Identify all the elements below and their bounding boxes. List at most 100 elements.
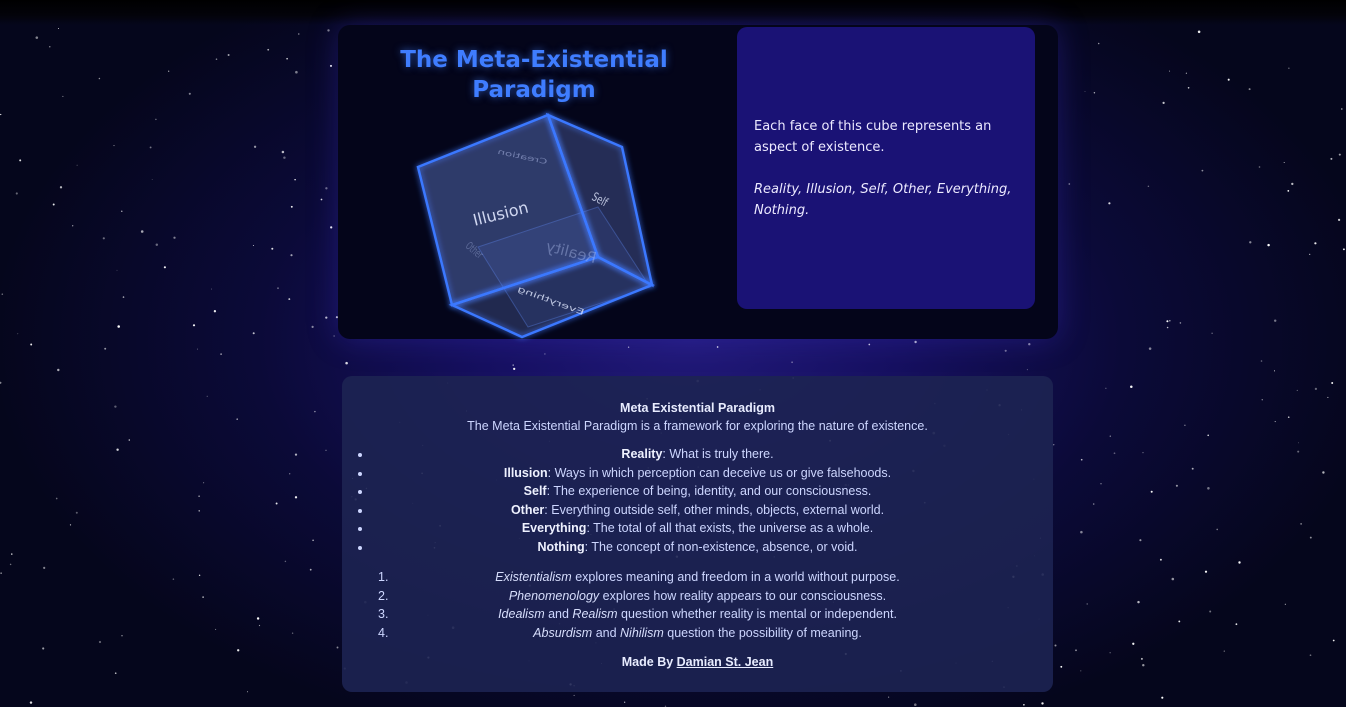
star xyxy=(1166,320,1169,323)
star xyxy=(868,343,871,346)
star xyxy=(104,347,107,350)
star xyxy=(237,649,240,652)
star xyxy=(1207,434,1209,437)
list-item: Reality: What is truly there. xyxy=(342,445,1053,464)
star xyxy=(1314,242,1317,245)
aspect-term: Self xyxy=(523,484,547,498)
star xyxy=(286,57,288,60)
star xyxy=(211,288,212,290)
star xyxy=(30,343,33,346)
star xyxy=(1086,603,1088,605)
star xyxy=(172,578,175,580)
star xyxy=(1080,670,1082,672)
star xyxy=(1330,157,1333,160)
star xyxy=(325,449,327,451)
star xyxy=(291,632,294,634)
star xyxy=(512,364,514,366)
star xyxy=(1223,650,1225,652)
philosophy-name: Nihilism xyxy=(620,625,664,640)
star xyxy=(295,70,298,74)
star xyxy=(1201,169,1204,172)
star xyxy=(1300,523,1302,525)
star xyxy=(1,293,4,295)
star xyxy=(55,497,58,500)
info-aspects: Reality, Illusion, Self, Other, Everythi… xyxy=(754,182,1012,218)
star xyxy=(168,70,170,72)
star xyxy=(1197,30,1201,34)
aspect-desc: : What is truly there. xyxy=(662,447,774,461)
star xyxy=(1130,385,1133,388)
star xyxy=(1026,369,1028,371)
hero-card: The Meta-Existential Paradigm Creation I… xyxy=(338,25,1058,339)
star xyxy=(69,524,72,526)
philosophy-desc: explores how reality appears to our cons… xyxy=(599,588,887,603)
star xyxy=(72,225,74,227)
star xyxy=(1209,610,1212,613)
star xyxy=(1179,322,1182,324)
star xyxy=(294,496,298,499)
info-panel: Each face of this cube represents an asp… xyxy=(737,27,1035,309)
star xyxy=(1168,319,1171,322)
philosophy-name: Realism xyxy=(572,607,618,621)
list-item: Self: The experience of being, identity,… xyxy=(342,482,1053,501)
star xyxy=(1204,570,1208,573)
star xyxy=(116,448,119,451)
list-item: Illusion: Ways in which perception can d… xyxy=(342,464,1053,483)
list-item: 1. Existentialism explores meaning and fr… xyxy=(342,568,1053,587)
star xyxy=(1166,326,1169,329)
star xyxy=(290,205,293,208)
star xyxy=(1211,332,1213,334)
star xyxy=(253,145,257,148)
bullet-icon xyxy=(358,545,362,550)
star xyxy=(52,203,55,206)
star xyxy=(198,574,201,576)
author-link[interactable]: Damian St. Jean xyxy=(677,655,774,669)
list-item: Nothing: The concept of non-existence, a… xyxy=(342,538,1053,557)
star xyxy=(1054,644,1057,647)
star xyxy=(336,646,339,649)
list-item: 3. Idealism and Realism question whether … xyxy=(342,605,1053,624)
star xyxy=(1185,72,1187,74)
aspects-list: Reality: What is truly there. Illusion: … xyxy=(342,445,1053,556)
star xyxy=(1053,444,1055,446)
star xyxy=(173,236,176,239)
star xyxy=(1159,558,1162,561)
star xyxy=(333,335,335,337)
star xyxy=(1337,218,1341,222)
list-number: 3. xyxy=(378,607,389,621)
star xyxy=(1288,67,1290,69)
star xyxy=(29,701,33,704)
star xyxy=(1162,101,1165,105)
star xyxy=(117,325,120,328)
star xyxy=(196,348,198,350)
star xyxy=(544,353,546,355)
star xyxy=(1147,185,1150,188)
rotating-cube[interactable]: Creation Illusion Self Reality Other Eve… xyxy=(398,107,678,347)
philosophy-and: and xyxy=(592,625,621,640)
star xyxy=(1023,704,1025,706)
star xyxy=(1291,182,1294,186)
philosophy-desc: question the possibility of meaning. xyxy=(663,625,862,640)
bullet-icon xyxy=(358,508,362,513)
page-title: The Meta-Existential Paradigm xyxy=(400,47,668,103)
aspect-term: Everything xyxy=(521,521,587,535)
star xyxy=(15,192,18,195)
aspect-term: Nothing xyxy=(537,539,585,554)
star xyxy=(1132,642,1135,645)
aspect-desc: : The experience of being, identity, and… xyxy=(546,484,872,498)
star xyxy=(1207,487,1210,490)
star xyxy=(277,287,279,290)
star xyxy=(1309,253,1311,256)
star xyxy=(1142,452,1144,454)
list-number: 1. xyxy=(378,570,389,584)
star xyxy=(17,333,19,335)
about-intro: The Meta Existential Paradigm is a frame… xyxy=(467,419,928,433)
star xyxy=(43,566,46,569)
star xyxy=(513,367,516,371)
star xyxy=(311,325,314,328)
star xyxy=(1175,484,1178,487)
star xyxy=(155,118,157,121)
star xyxy=(42,647,45,650)
bullet-icon xyxy=(358,490,362,494)
star xyxy=(1080,530,1083,534)
